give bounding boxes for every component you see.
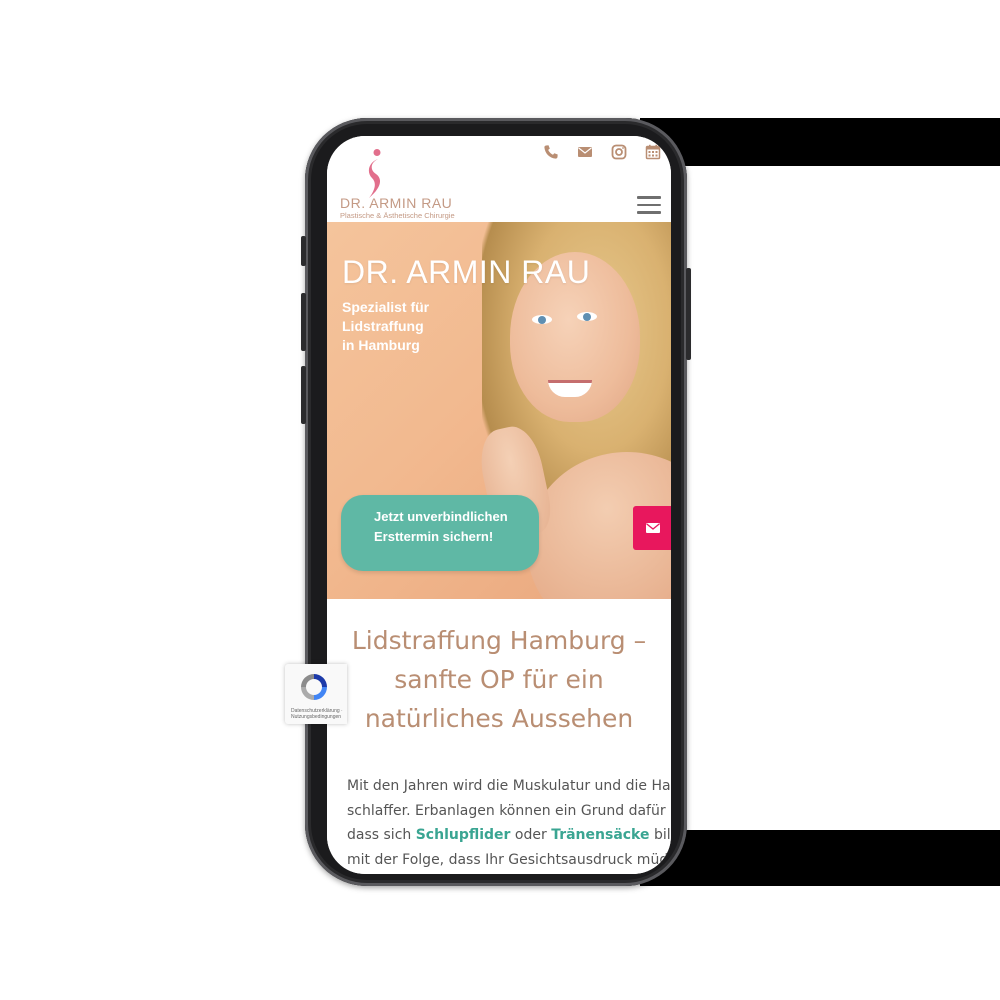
cta-label-line: Jetzt unverbindlichen bbox=[374, 509, 508, 524]
contact-mail-tab-button[interactable] bbox=[633, 506, 671, 550]
page-heading: Lidstraffung Hamburg – sanfte OP für ein… bbox=[343, 621, 655, 738]
paragraph-text: dass sich bbox=[347, 827, 416, 843]
paragraph-text: oder bbox=[510, 827, 552, 843]
phone-screen: DR. ARMIN RAU Plastische & Ästhetische C… bbox=[327, 136, 671, 874]
appointment-cta-button[interactable]: Jetzt unverbindlichen Ersttermin sichern… bbox=[341, 495, 539, 571]
paragraph-line: Mit den Jahren wird die Muskulatur und d… bbox=[347, 778, 671, 794]
hero-subtitle: Spezialist für Lidstraffung in Hamburg bbox=[342, 298, 502, 355]
hamburger-menu-button[interactable] bbox=[637, 196, 661, 216]
background-strip-bottom bbox=[640, 830, 1000, 886]
logo-name[interactable]: DR. ARMIN RAU bbox=[340, 195, 452, 211]
logo-subtitle: Plastische & Ästhetische Chirurgie bbox=[340, 211, 455, 220]
heading-line: natürliches Aussehen bbox=[364, 704, 634, 733]
paragraph-line: schlaffer. Erbanlagen können ein Grund d… bbox=[347, 802, 666, 819]
link-schlupflider[interactable]: Schlupflider bbox=[416, 827, 511, 843]
instagram-icon[interactable] bbox=[611, 144, 627, 160]
recaptcha-icon bbox=[301, 674, 327, 700]
envelope-icon[interactable] bbox=[577, 144, 593, 160]
recaptcha-text: Datenschutzerklärung · Nutzungsbedingung… bbox=[291, 708, 343, 720]
site-header: DR. ARMIN RAU Plastische & Ästhetische C… bbox=[327, 136, 671, 222]
heading-line: Lidstraffung Hamburg – bbox=[351, 626, 647, 655]
menu-bar-icon bbox=[637, 203, 661, 206]
hero-subtitle-line: Spezialist für Lidstraffung bbox=[342, 299, 430, 334]
link-traenensaecke[interactable]: Tränensäcke bbox=[551, 827, 649, 843]
menu-bar-icon bbox=[637, 196, 661, 199]
main-content: Lidstraffung Hamburg – sanfte OP für ein… bbox=[327, 599, 671, 874]
calendar-icon[interactable] bbox=[645, 144, 661, 160]
hero-title: DR. ARMIN RAU bbox=[342, 254, 591, 290]
background-strip-top bbox=[640, 118, 1000, 166]
cta-label-line: Ersttermin sichern! bbox=[374, 529, 494, 544]
menu-bar-icon bbox=[637, 211, 661, 214]
header-contact-icons bbox=[543, 144, 661, 160]
logo-mark-icon[interactable] bbox=[361, 148, 391, 200]
hero-subtitle-line: in Hamburg bbox=[342, 337, 420, 353]
recaptcha-badge[interactable]: Datenschutzerklärung · Nutzungsbedingung… bbox=[285, 664, 347, 724]
paragraph-text: bilden, bbox=[653, 827, 671, 843]
envelope-icon bbox=[646, 523, 660, 533]
paragraph-line: mit der Folge, dass Ihr Gesichtsausdruck… bbox=[347, 851, 671, 868]
hero-section: DR. ARMIN RAU Spezialist für Lidstraffun… bbox=[327, 222, 671, 599]
intro-paragraph: Mit den Jahren wird die Muskulatur und d… bbox=[347, 774, 671, 872]
phone-icon[interactable] bbox=[543, 144, 559, 160]
paragraph-line: dass sich Schlupflider oder Tränensäcke … bbox=[347, 823, 671, 848]
heading-line: sanfte OP für ein bbox=[394, 665, 604, 694]
